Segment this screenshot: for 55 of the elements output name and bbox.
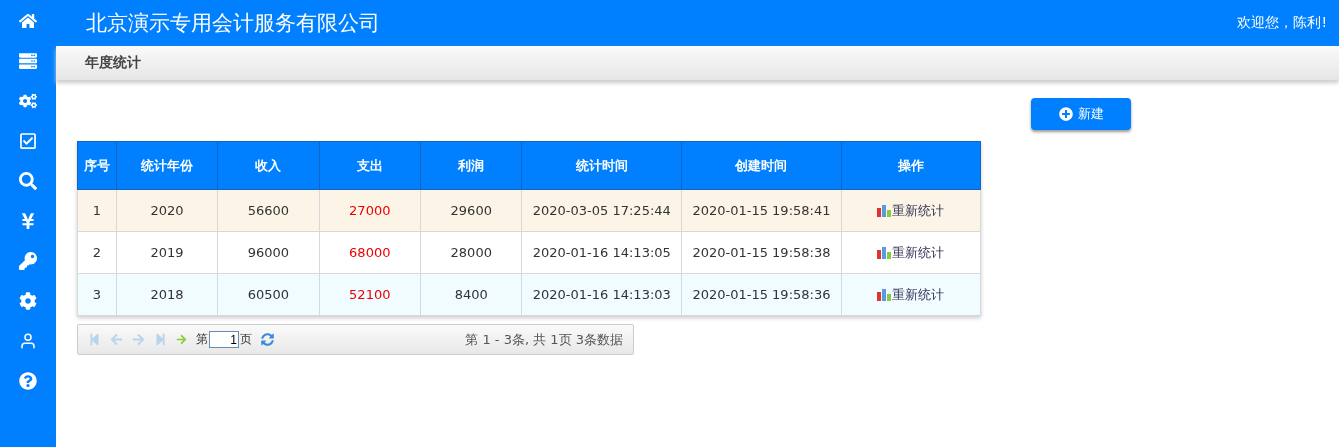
page-prefix: 第 bbox=[196, 331, 208, 348]
table-cell: 2020-01-15 19:58:38 bbox=[681, 231, 842, 274]
table-cell: 96000 bbox=[217, 231, 320, 274]
table-cell: 2020-01-15 19:58:41 bbox=[681, 189, 842, 232]
table-cell: 52100 bbox=[319, 273, 421, 316]
table-cell: 60500 bbox=[217, 273, 320, 316]
checkbox-icon[interactable] bbox=[19, 132, 37, 150]
bar-chart-icon bbox=[877, 204, 892, 217]
column-header: 统计年份 bbox=[116, 141, 218, 190]
search-icon[interactable] bbox=[19, 172, 37, 190]
column-header: 操作 bbox=[841, 141, 981, 190]
company-title: 北京演示专用会计服务有限公司 bbox=[86, 10, 380, 37]
bar-chart-icon bbox=[877, 288, 892, 301]
page-input[interactable]: 1 bbox=[209, 331, 239, 348]
page-suffix: 页 bbox=[240, 331, 252, 348]
help-icon[interactable] bbox=[19, 372, 37, 390]
column-header: 创建时间 bbox=[681, 141, 842, 190]
table-cell: 2020-03-05 17:25:44 bbox=[522, 189, 682, 232]
table-cell: 8400 bbox=[420, 273, 522, 316]
table-cell: 2020 bbox=[116, 189, 218, 232]
page-title: 年度统计 bbox=[85, 54, 141, 72]
server-icon[interactable] bbox=[19, 52, 37, 70]
column-header: 支出 bbox=[319, 141, 421, 190]
column-header: 统计时间 bbox=[522, 141, 682, 190]
yen-icon[interactable] bbox=[19, 212, 37, 230]
welcome-text: 欢迎您，陈利! bbox=[1237, 14, 1327, 32]
bar-chart-icon bbox=[877, 246, 892, 259]
table-cell: 28000 bbox=[420, 231, 522, 274]
table-cell: 2 bbox=[77, 231, 117, 274]
key-icon[interactable] bbox=[19, 252, 37, 270]
table-cell: 3 bbox=[77, 273, 117, 316]
gears-icon[interactable] bbox=[19, 92, 37, 110]
user-icon[interactable] bbox=[19, 332, 37, 350]
column-header: 利润 bbox=[420, 141, 522, 190]
refresh-icon[interactable] bbox=[261, 333, 274, 346]
table-cell: 2019 bbox=[116, 231, 218, 274]
settings-icon[interactable] bbox=[19, 292, 37, 310]
column-header: 序号 bbox=[77, 141, 117, 190]
table-cell: 2020-01-16 14:13:03 bbox=[522, 273, 682, 316]
table-cell: 68000 bbox=[319, 231, 421, 274]
column-header: 收入 bbox=[217, 141, 320, 190]
table-cell: 29600 bbox=[420, 189, 522, 232]
table-cell: 2020-01-16 14:13:05 bbox=[522, 231, 682, 274]
table-row[interactable]: 2 2019 96000 68000 28000 2020-01-16 14:13:05 2020-01-15 19:58:38 重新统计 bbox=[77, 231, 981, 274]
table-row[interactable]: 1 2020 56600 27000 29600 2020-03-05 17:25:44 2020-01-15 19:58:41 重新统计 bbox=[77, 189, 981, 232]
table-cell: 1 bbox=[77, 189, 117, 232]
new-button[interactable]: 新建 bbox=[1031, 98, 1131, 130]
plus-icon bbox=[1058, 107, 1073, 121]
table-cell: 2020-01-15 19:58:36 bbox=[681, 273, 842, 316]
table-cell: 56600 bbox=[217, 189, 320, 232]
table-cell: 2018 bbox=[116, 273, 218, 316]
table-row[interactable]: 3 2018 60500 52100 8400 2020-01-16 14:13:03 2020-01-15 19:58:36 重新统计 bbox=[77, 273, 981, 316]
table-cell: 27000 bbox=[319, 189, 421, 232]
home-icon[interactable] bbox=[19, 12, 37, 30]
pager-info: 第 1 - 3条, 共 1页 3条数据 bbox=[465, 330, 623, 349]
